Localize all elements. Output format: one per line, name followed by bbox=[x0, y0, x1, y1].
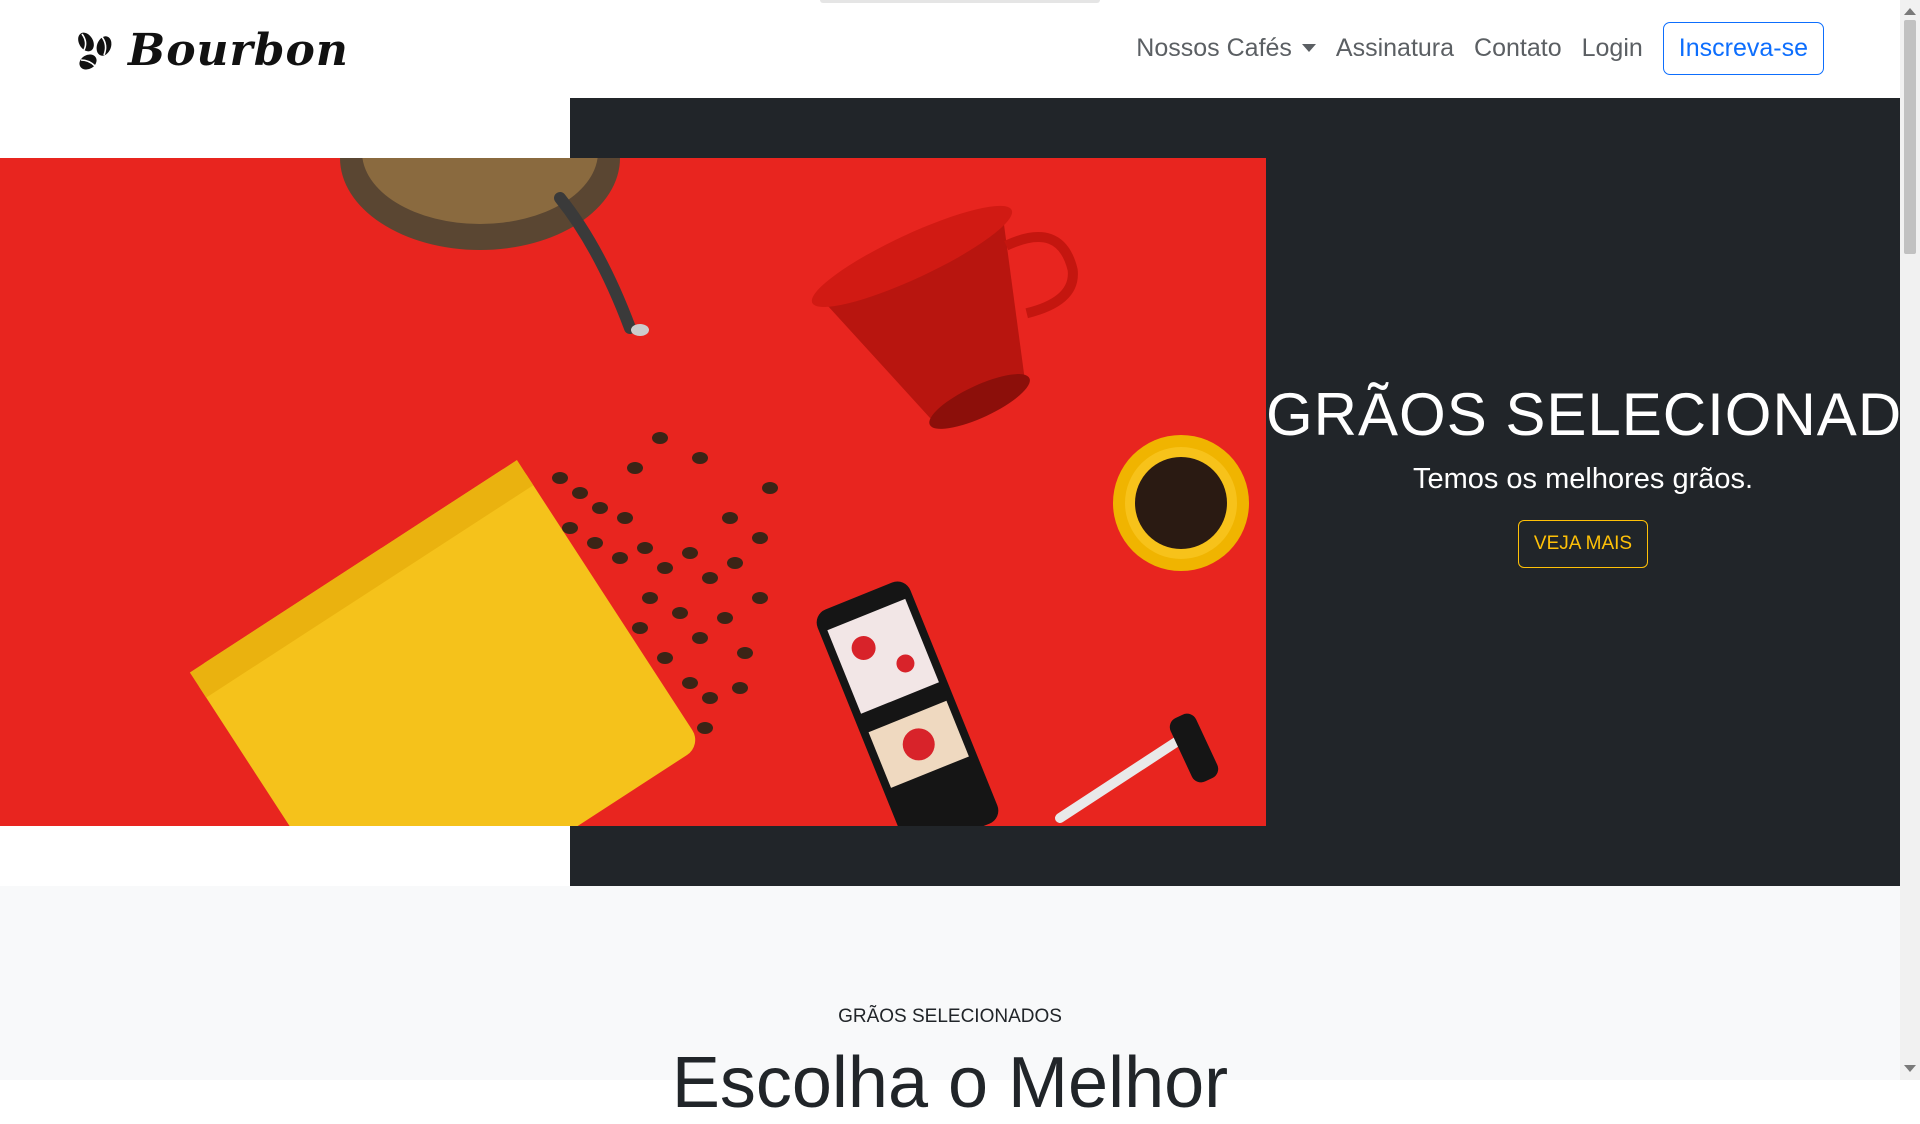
coffee-flatlay-photo bbox=[0, 158, 1266, 826]
brand-logo-link[interactable]: Bourbon bbox=[74, 22, 349, 78]
page-scrollbar[interactable] bbox=[1900, 0, 1920, 1080]
signup-button[interactable]: Inscreva-se bbox=[1662, 21, 1824, 75]
hero-subtitle: Temos os melhores grãos. bbox=[1412, 463, 1754, 495]
nav-item-nossos-cafes[interactable]: Nossos Cafés bbox=[1136, 34, 1316, 63]
hero-caption: GRÃOS SELECIONADOS. Temos os melhores gr… bbox=[1266, 380, 1920, 568]
coffee-beans-icon bbox=[78, 32, 112, 70]
veja-mais-button[interactable]: VEJA MAIS bbox=[1517, 520, 1649, 568]
top-tab-indicator bbox=[820, 0, 1100, 3]
main-nav: Nossos Cafés Assinatura Contato Login In… bbox=[1136, 20, 1824, 76]
hero-title: GRÃOS SELECIONADOS. bbox=[1266, 381, 1920, 448]
nav-item-label: Assinatura bbox=[1335, 33, 1455, 62]
nav-item-contato[interactable]: Contato bbox=[1474, 34, 1562, 63]
featured-section: GRÃOS SELECIONADOS Escolha o Melhor bbox=[0, 886, 1900, 1123]
brand-name: Bourbon bbox=[128, 24, 349, 76]
section-eyebrow: GRÃOS SELECIONADOS bbox=[838, 1006, 1062, 1027]
scroll-up-arrow-icon[interactable] bbox=[1904, 8, 1916, 15]
nav-item-label: Contato bbox=[1474, 33, 1562, 62]
scroll-down-arrow-icon[interactable] bbox=[1904, 1065, 1916, 1072]
nav-item-assinatura[interactable]: Assinatura bbox=[1336, 34, 1454, 63]
section-title: Escolha o Melhor bbox=[671, 1043, 1229, 1123]
nav-item-label: Login bbox=[1581, 33, 1643, 62]
nav-item-login[interactable]: Login bbox=[1582, 34, 1643, 63]
nav-item-label: Nossos Cafés bbox=[1136, 33, 1292, 62]
navbar: Bourbon Nossos Cafés Assinatura Contato … bbox=[0, 0, 1900, 98]
caret-down-icon bbox=[1301, 44, 1316, 52]
scrollbar-thumb[interactable] bbox=[1904, 20, 1916, 254]
